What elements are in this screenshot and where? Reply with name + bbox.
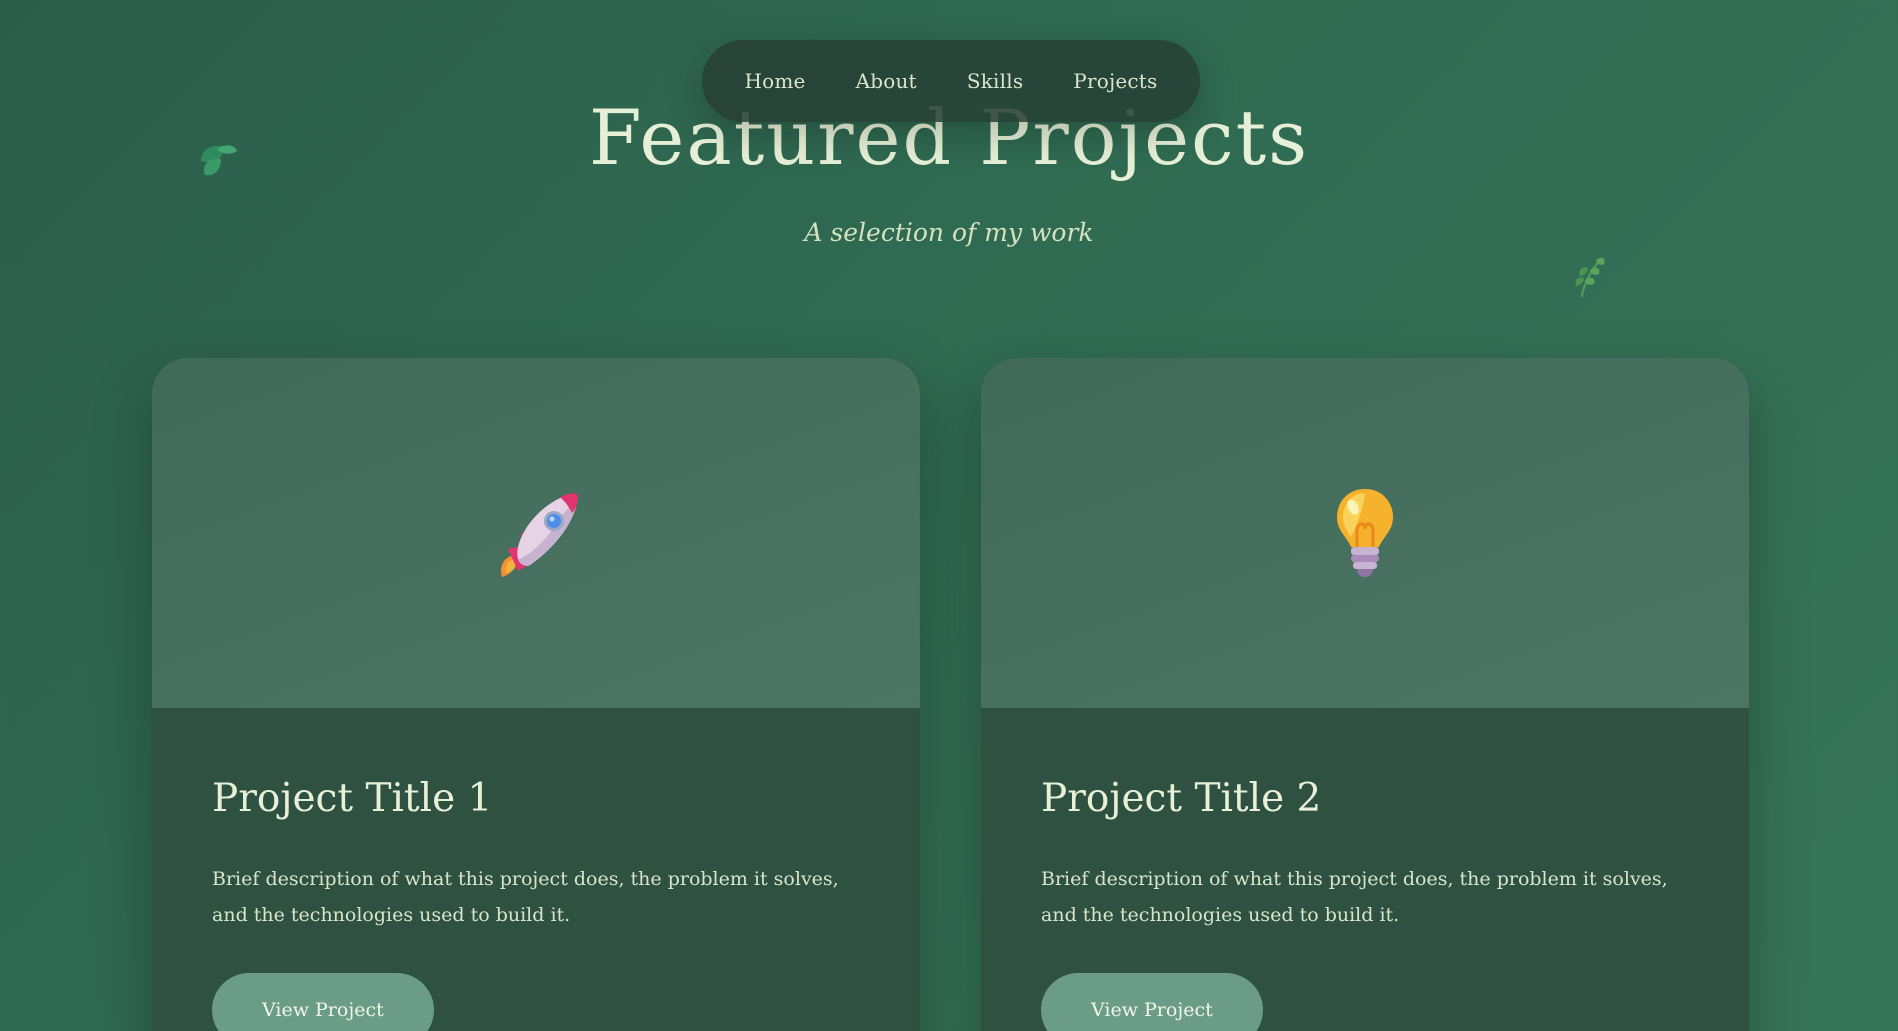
project-card-1: Project Title 1 Brief description of wha…	[152, 358, 920, 1031]
view-project-button[interactable]: View Project	[1041, 973, 1263, 1031]
nav-item-about[interactable]: About	[856, 69, 917, 93]
view-project-button[interactable]: View Project	[212, 973, 434, 1031]
project-description: Brief description of what this project d…	[1041, 868, 1668, 926]
rocket-icon	[500, 493, 578, 577]
project-card-2: Project Title 2 Brief description of wha…	[981, 358, 1749, 1031]
project-title: Project Title 1	[212, 776, 493, 821]
project-card-body: Project Title 1 Brief description of wha…	[152, 708, 920, 1031]
nav-item-skills[interactable]: Skills	[967, 69, 1023, 93]
page-subtitle: A selection of my work	[804, 218, 1094, 247]
herb-icon	[1568, 254, 1608, 298]
nav-item-projects[interactable]: Projects	[1073, 69, 1157, 93]
project-card-media	[152, 358, 920, 708]
project-description: Brief description of what this project d…	[212, 868, 839, 926]
top-nav: Home About Skills Projects	[702, 40, 1200, 122]
project-card-body: Project Title 2 Brief description of wha…	[981, 708, 1749, 1031]
lightbulb-icon	[1337, 489, 1393, 577]
project-card-media	[981, 358, 1749, 708]
nav-item-home[interactable]: Home	[745, 69, 806, 93]
project-title: Project Title 2	[1041, 776, 1322, 821]
